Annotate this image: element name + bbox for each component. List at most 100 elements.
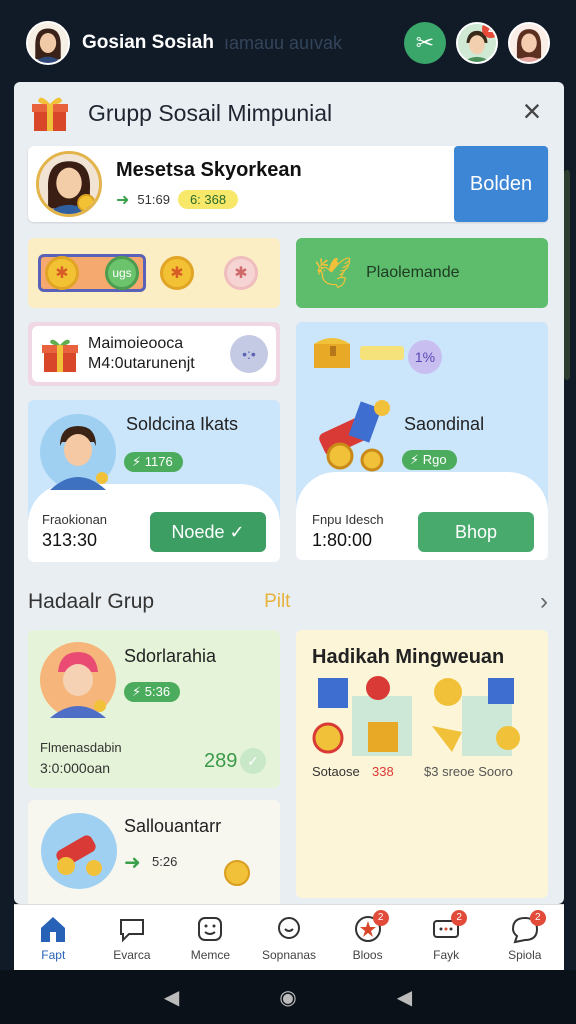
user-avatar[interactable] [26,21,70,65]
tab-bloos[interactable]: 2 Bloos [328,905,407,970]
tab-label: Fapt [41,947,66,962]
bird-icon: 🕊 [314,256,353,290]
game-card-right[interactable]: 1% Saondinal ⚡ Rgo Fnpu Idesch 1:80:00 B… [296,322,548,560]
coin-icon: ✱ [45,256,79,290]
back-icon[interactable]: ◀ [164,985,179,1010]
cross-tools-icon: ✂ [415,30,435,55]
tab-home[interactable]: Fapt [14,905,93,970]
tab-search[interactable]: Sopnanas [250,905,329,970]
coin-toggle-card[interactable]: ✱ ugs ✱ ✱ [28,238,280,308]
chevron-right-icon[interactable]: › [540,588,548,616]
treasure-chest-icon [314,338,350,368]
left-card-pill: ⚡ 1176 [124,452,183,472]
left-card-pill-text: 1176 [144,454,173,469]
gift-line-2: M4:0utarunenjt [88,355,195,372]
tab-badge: 2 [451,909,468,926]
percent-badge: 1% [408,340,442,374]
profile-action-button[interactable]: Bolden [454,146,548,222]
left-card-title: Soldcina Ikats [126,414,239,434]
cannon-avatar-icon [41,813,117,889]
close-icon: × [522,93,542,129]
left-card-number: 313:30 [42,530,98,550]
tab-label: Sopnanas [262,947,317,962]
weekly-rewards-card[interactable]: Hadikah Mingweuan Sotaose 338 $3 sreoe S… [296,630,548,898]
panel-header: Grupp Sosail Mimpunial × [14,82,564,144]
home-icon [41,916,66,942]
weekly-left-number: 338 [372,764,394,779]
search-icon [278,916,301,939]
pink-coin-icon: ✱ [224,256,258,290]
shop-button[interactable]: Bhop [418,512,534,552]
group-card-2[interactable]: Sallouantarr ➜ 5:26 [28,800,280,904]
home-circle-icon[interactable]: ◉ [279,985,296,1010]
section-title: Hadaalr Grup [28,590,155,613]
leaderboard-label: Plaolemande [366,264,460,281]
ticket-icon [360,346,404,360]
section-header: Hadaalr Grup Pilt › [28,586,548,618]
group-card-2-title: Sallouantarr [124,816,222,836]
top-bar: Gosian Sosiah ıamauu auıvak ✂ 2 [0,0,576,86]
tab-label: Bloos [352,947,383,962]
right-card-title: Saondinal [404,414,485,434]
coin-toggle[interactable]: ✱ ugs [38,254,146,292]
group-card-1-title: Sdorlarahia [124,646,217,666]
panel-title: Grupp Sosail Mimpunial [88,99,333,126]
profile-stat: 51:69 [137,192,170,207]
right-card-pill-text: Rgo [422,452,447,467]
scroll-handle[interactable] [564,170,570,380]
close-button[interactable]: × [516,95,548,129]
profile-name: Mesetsa Skyorkean [116,158,302,181]
group-card-1-number: 3:0:000oan [40,760,111,776]
tab-chat[interactable]: Evarca [93,905,172,970]
right-card-label: Fnpu Idesch [312,512,384,527]
user-face-icon [28,23,68,63]
noede-button[interactable]: Noede ✓ [150,512,266,552]
coin-icon-2: ✱ [160,256,194,290]
tab-fayk[interactable]: 2 Fayk [407,905,486,970]
friend-avatar-2[interactable] [508,22,550,64]
tab-badge: 2 [529,909,546,926]
profile-pill: 6: 368 [177,190,239,209]
chat-icon [119,918,144,942]
tools-button[interactable]: ✂ [404,22,446,64]
coin-icon-3 [224,860,250,886]
kid-avatar-icon [40,642,116,718]
group-card-1-label: Flmenasdabin [40,740,122,755]
tab-emoji[interactable]: Memce [171,905,250,970]
green-arrow-icon-2: ➜ [124,852,141,874]
group-card-1[interactable]: Sdorlarahia ⚡ 5:36 Flmenasdabin 3:0:000o… [28,630,280,788]
green-arrow-icon: ➜ [116,191,130,209]
weekly-rewards-title: Hadikah Mingweuan [312,646,505,668]
gift-info-card[interactable]: Maimoieooca M4:0utarunenjt •:• [28,322,280,386]
check-icon: ✓ [240,748,266,774]
group-card-2-pill: 5:26 [152,854,178,869]
leaderboard-card[interactable]: 🕊 Plaolemande [296,238,548,308]
friend-avatar-1[interactable]: 2 [456,22,498,64]
weekly-right-text: $3 sreoe Sooro [424,764,513,779]
group-card-1-pill-text: 5:36 [144,684,171,699]
bottom-tab-bar: Fapt Evarca Memce Sopnanas 2 Bloos 2 Fay… [14,904,564,970]
rewards-collage-icon [312,676,520,756]
gift-icon-small [42,339,78,372]
green-coin-icon: ugs [105,256,139,290]
tab-label: Memce [190,947,231,962]
right-card-pill: ⚡ Rgo [402,450,457,470]
gift-line-1: Maimoieooca [88,335,184,352]
tab-label: Evarca [113,947,151,962]
game-card-left[interactable]: Soldcina Ikats ⚡ 1176 Fraokionan 313:30 … [28,400,280,562]
profile-avatar[interactable] [36,151,102,217]
section-link[interactable]: Pilt [264,591,290,613]
group-card-1-score: 289 [204,750,238,772]
app-title: Gosian Sosiah [82,32,214,53]
boy-avatar-icon [40,414,116,490]
profile-card[interactable]: Mesetsa Skyorkean ➜ 51:69 6: 368 Bolden [28,146,548,222]
recent-icon[interactable]: ◀ [397,985,412,1010]
more-button[interactable]: •:• [230,335,268,373]
friend-face-icon-2 [510,24,548,62]
notification-badge: 2 [482,24,496,38]
faded-subtitle: ıamauu auıvak [223,32,343,53]
tab-spiola[interactable]: 2 Spiola [485,905,564,970]
group-card-1-pill: ⚡ 5:36 [124,682,181,702]
group-panel: Grupp Sosail Mimpunial × Mesetsa Skyorke… [14,82,564,904]
system-nav-bar: ◀ ◉ ◀ [0,970,576,1024]
